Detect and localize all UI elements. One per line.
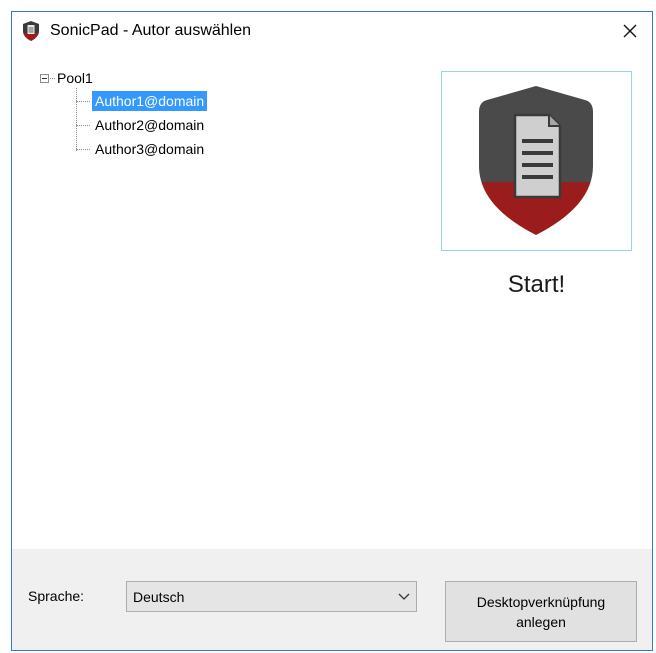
- tree-connector: [76, 148, 90, 150]
- language-select[interactable]: Deutsch: [126, 581, 417, 612]
- app-window: SonicPad - Autor auswählen Pool1 Author1…: [11, 11, 653, 651]
- shortcut-button-label-line2: anlegen: [516, 613, 566, 630]
- tree-node-author2[interactable]: Author2@domain: [76, 114, 207, 136]
- tree-node-pool1[interactable]: Pool1: [40, 68, 93, 88]
- start-label[interactable]: Start!: [441, 271, 632, 299]
- tree-connector: [76, 124, 90, 126]
- shield-document-logo: [479, 86, 593, 235]
- language-select-value: Deutsch: [133, 589, 185, 605]
- title-bar[interactable]: SonicPad - Autor auswählen: [12, 12, 652, 50]
- tree-node-label: Pool1: [57, 70, 93, 86]
- tree-node-label: Author2@domain: [95, 117, 205, 133]
- close-icon: [623, 24, 637, 38]
- footer-panel: Sprache: Deutsch Desktopverknüpfung anle…: [12, 549, 652, 650]
- tree-node-label: Author1@domain: [92, 91, 208, 111]
- tree-node-author3[interactable]: Author3@domain: [76, 138, 207, 160]
- shortcut-button-label-line1: Desktopverknüpfung: [476, 593, 606, 610]
- tree-node-author1[interactable]: Author1@domain: [76, 90, 208, 112]
- author-tree[interactable]: Pool1 Author1@domain Author2@domain Auth…: [40, 68, 260, 188]
- create-desktop-shortcut-button[interactable]: Desktopverknüpfung anlegen: [445, 581, 637, 642]
- close-button[interactable]: [608, 12, 652, 50]
- shield-document-icon: [23, 21, 39, 41]
- start-logo-button[interactable]: [441, 71, 632, 251]
- tree-node-label: Author3@domain: [95, 141, 205, 157]
- tree-connector: [76, 100, 90, 102]
- window-title: SonicPad - Autor auswählen: [50, 22, 252, 39]
- collapse-icon[interactable]: [40, 73, 49, 83]
- language-label: Sprache:: [28, 588, 85, 604]
- tree-connector: [50, 77, 55, 79]
- chevron-down-icon: [398, 593, 410, 600]
